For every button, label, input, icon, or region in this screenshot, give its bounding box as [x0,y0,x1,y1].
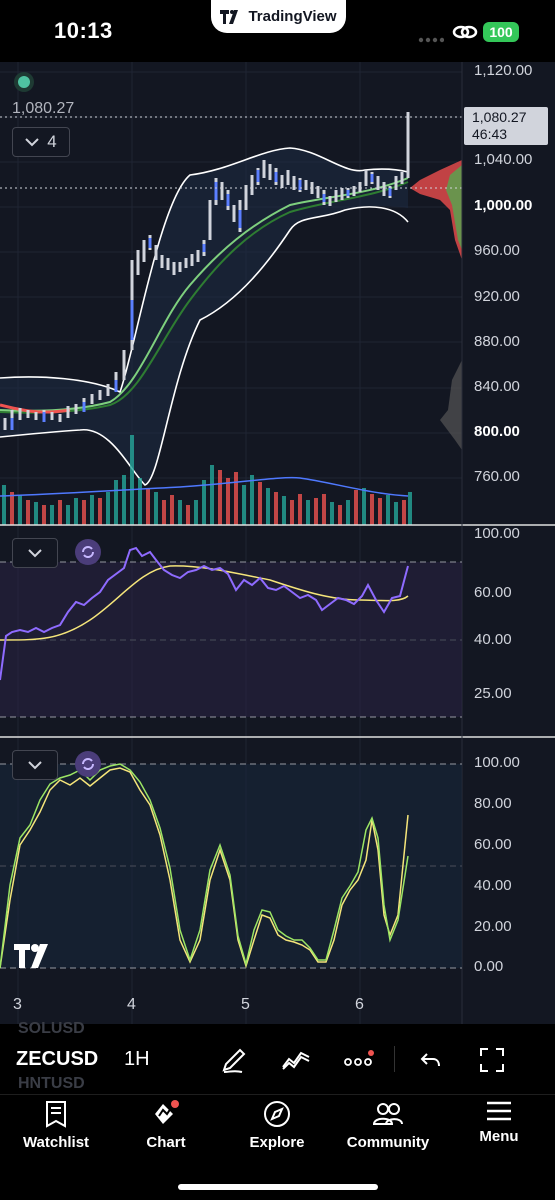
rsi-axis-label: 100.00 [474,525,520,542]
date-axis-label: 3 [13,996,22,1013]
tab-community[interactable]: Community [338,1100,438,1160]
price-axis-label: 840.00 [474,378,520,395]
stoch-axis-label: 60.00 [474,836,512,853]
market-status-dot[interactable] [14,72,34,92]
status-clock: 10:13 [54,18,113,43]
last-price-tag: 1,080.27 46:43 [464,107,548,145]
chevron-down-icon [28,548,42,557]
stoch-axis-label: 0.00 [474,958,504,975]
price-axis-label: 960.00 [474,242,520,259]
tab-label: Community [346,1134,430,1151]
bar-countdown: 46:43 [472,126,508,142]
tradingview-logo-icon [220,9,239,24]
tab-watchlist[interactable]: Watchlist [6,1100,106,1160]
chevron-down-icon [25,137,39,146]
volume-profile-lower [440,360,462,450]
compass-icon [264,1101,290,1127]
wave-icon[interactable] [276,1040,316,1080]
price-axis-label: 1,120.00 [474,62,533,79]
link-icon [452,22,478,47]
tab-menu[interactable]: Menu [449,1100,549,1160]
hamburger-icon [487,1101,511,1121]
people-icon [372,1103,403,1125]
home-indicator[interactable] [178,1184,378,1190]
battery-indicator: 100 [483,22,519,42]
app-badge-label: TradingView [248,8,337,25]
volume-bars [2,435,412,525]
book-icon [46,1101,66,1128]
last-price-value: 1,080.27 [472,109,527,125]
date-axis-label: 6 [355,996,364,1013]
price-axis-label: 1,000.00 [474,197,533,214]
tab-label: Chart [146,1134,186,1151]
undo-icon[interactable] [410,1040,450,1080]
tab-explore[interactable]: Explore [227,1100,327,1160]
rsi-axis-label: 25.00 [474,685,512,702]
current-price-label: 1,080.27 [12,100,75,117]
chart-icon [155,1100,179,1124]
symbol-selector[interactable]: ZECUSD [16,1048,98,1071]
rsi-indicator-badge[interactable] [75,539,101,565]
tradingview-app-badge[interactable]: TradingView [211,0,346,33]
rsi-axis-label: 60.00 [474,584,512,601]
watchlist-ghost-ticker: SOLUSD [18,1020,85,1037]
date-axis-label: 5 [241,996,250,1013]
stoch-axis-label: 20.00 [474,918,512,935]
pen-icon[interactable] [214,1040,254,1080]
stoch-axis-label: 40.00 [474,877,512,894]
price-axis-label: 920.00 [474,288,520,305]
refresh-icon [82,546,94,558]
tab-chart[interactable]: Chart [116,1100,216,1160]
chevron-down-icon [28,760,42,769]
refresh-icon [82,758,94,770]
price-axis-label: 1,040.00 [474,151,533,168]
indicators-collapse-button[interactable]: 4 [12,127,70,157]
tab-label: Watchlist [22,1134,90,1151]
fullscreen-icon[interactable] [472,1040,512,1080]
tab-label: Explore [249,1134,305,1151]
stoch-pane-collapse-button[interactable] [12,750,58,780]
rsi-pane-collapse-button[interactable] [12,538,58,568]
price-axis-label: 800.00 [474,423,520,440]
more-dots-icon[interactable] [338,1040,378,1080]
stoch-indicator-badge[interactable] [75,751,101,777]
signal-dots-icon [418,30,445,48]
stoch-axis-label: 80.00 [474,795,512,812]
toolbar-divider [394,1046,395,1072]
tab-label: Menu [479,1128,519,1145]
date-axis-label: 4 [127,996,136,1013]
rsi-axis-label: 40.00 [474,631,512,648]
indicator-count: 4 [47,132,57,151]
price-axis-label: 760.00 [474,468,520,485]
stoch-axis-label: 100.00 [474,754,520,771]
watchlist-ghost-ticker: HNTUSD [18,1075,85,1092]
price-axis-label: 880.00 [474,333,520,350]
interval-selector[interactable]: 1H [124,1048,150,1071]
